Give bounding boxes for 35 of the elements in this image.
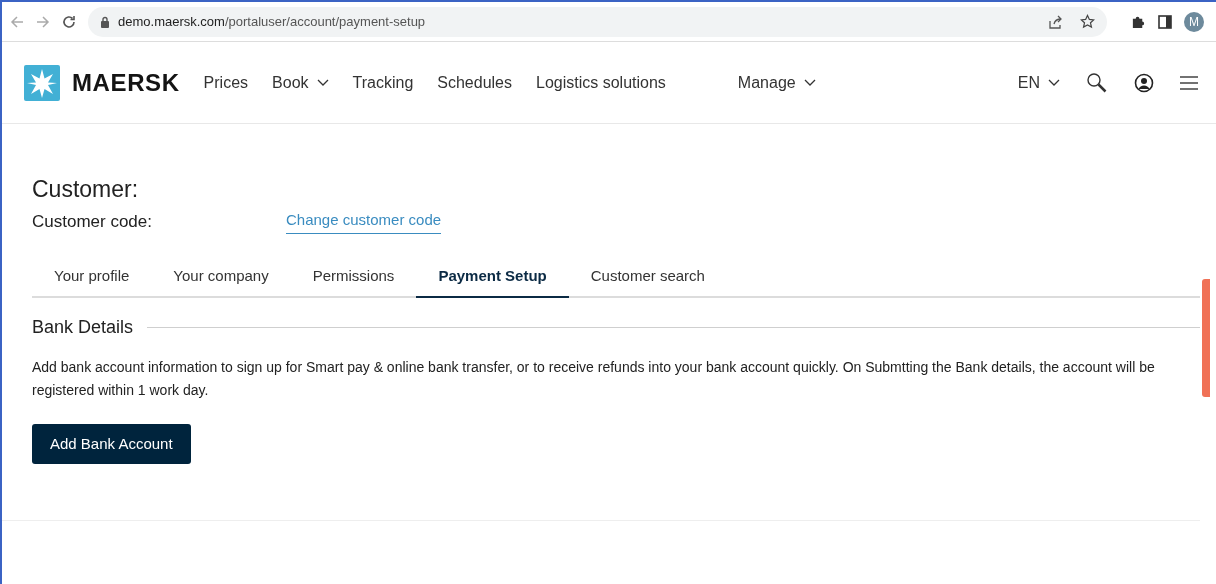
customer-code-label: Customer code:: [32, 210, 153, 233]
chevron-down-icon: [803, 78, 816, 87]
tab[interactable]: Your company: [151, 256, 291, 298]
tab[interactable]: Payment Setup: [416, 256, 569, 298]
language-selector[interactable]: EN: [1017, 70, 1060, 95]
tab[interactable]: Your profile: [32, 256, 152, 298]
tab[interactable]: Customer search: [568, 256, 727, 298]
side-panel-icon[interactable]: [1158, 14, 1172, 29]
nav-link[interactable]: Logistics solutions: [536, 70, 666, 95]
description-text: Add bank account information to sign up for Smart pay & online bank transfer, or to receive refunds into your bank account quickly. On Submtting the Bank details, the account will be registered within 1 work day.: [32, 358, 1156, 400]
lock-icon: [100, 15, 110, 28]
nav-link[interactable]: Manage: [737, 70, 816, 95]
star-logo-icon[interactable]: [24, 64, 60, 101]
reload-icon[interactable]: [62, 14, 76, 29]
star-icon[interactable]: [1080, 14, 1095, 29]
change-customer-code-link[interactable]: Change customer code: [286, 208, 442, 234]
chevron-down-icon: [316, 78, 329, 87]
user-icon[interactable]: [1134, 72, 1154, 93]
chevron-down-icon: [1048, 78, 1060, 87]
puzzle-icon[interactable]: [1131, 14, 1146, 29]
add-bank-account-button[interactable]: Add Bank Account: [32, 424, 191, 464]
menu-icon[interactable]: [1180, 75, 1198, 90]
tab[interactable]: Permissions: [290, 256, 417, 298]
address-bar[interactable]: demo.maersk.com/portaluser/account/payment-setup: [88, 6, 1107, 37]
section-heading: Bank Details: [32, 316, 134, 339]
nav-link[interactable]: Tracking: [352, 70, 414, 95]
search-icon[interactable]: [1086, 71, 1108, 94]
profile-avatar[interactable]: M: [1184, 11, 1204, 32]
nav-link[interactable]: Book: [272, 70, 329, 95]
nav-link[interactable]: Prices: [203, 70, 249, 95]
share-icon[interactable]: [1048, 14, 1064, 29]
customer-title: Customer:: [32, 175, 140, 204]
brand-name[interactable]: MAERSK: [72, 64, 180, 101]
nav-link[interactable]: Schedules: [437, 70, 512, 95]
url-text: demo.maersk.com/portaluser/account/payment-setup: [118, 12, 427, 31]
